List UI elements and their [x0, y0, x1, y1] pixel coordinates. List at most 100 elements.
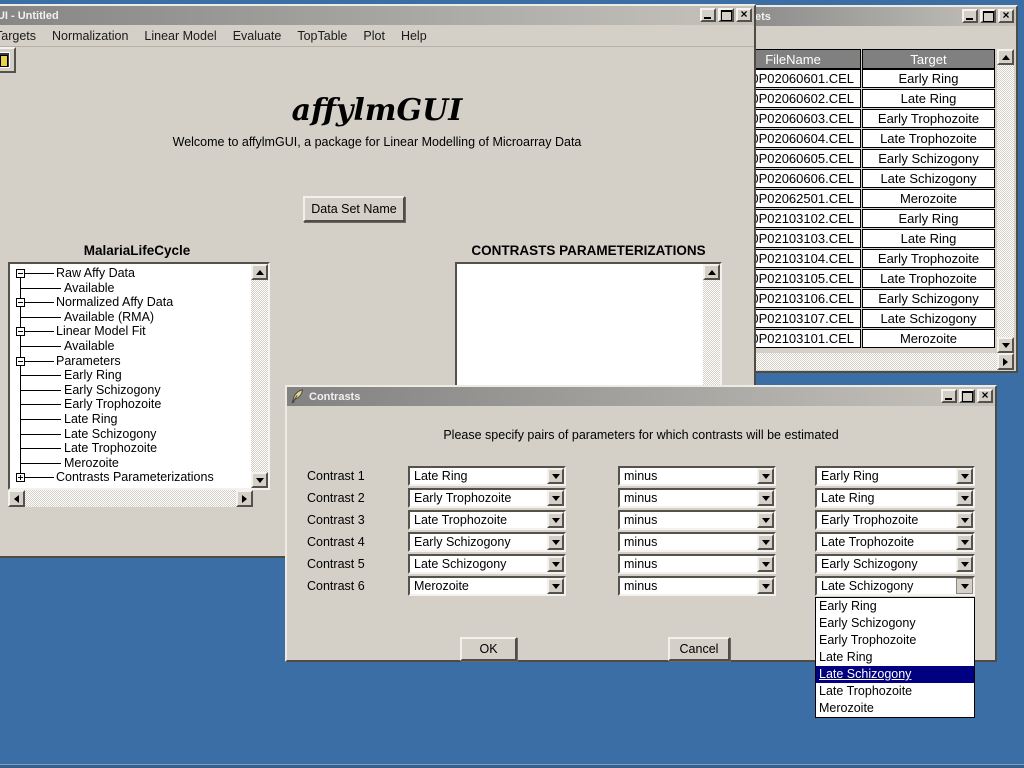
maximize-button[interactable] — [980, 9, 996, 23]
tree-item[interactable]: Normalized Affy Data — [10, 295, 251, 310]
menu-evaluate[interactable]: Evaluate — [225, 27, 290, 45]
ok-button[interactable]: OK — [460, 637, 517, 661]
contrast-5-right-select[interactable]: Early Schizogony — [815, 554, 975, 574]
dropdown-option[interactable]: Early Ring — [816, 598, 974, 615]
maximize-button[interactable] — [959, 389, 975, 403]
contrast-1-op-select[interactable]: minus — [618, 466, 776, 486]
cancel-button[interactable]: Cancel — [668, 637, 730, 661]
tree-item[interactable]: Available — [10, 339, 251, 354]
close-button[interactable]: × — [998, 9, 1014, 23]
contrast-1-label: Contrast 1 — [307, 469, 365, 483]
scroll-right-button[interactable] — [236, 490, 253, 507]
chevron-down-icon[interactable] — [547, 468, 564, 484]
target-cell: Late Ring — [862, 89, 995, 108]
tree-item[interactable]: Available — [10, 281, 251, 296]
chevron-down-icon[interactable] — [757, 490, 774, 506]
chevron-down-icon[interactable] — [956, 468, 973, 484]
scroll-down-button[interactable] — [997, 337, 1014, 353]
contrast-6-op-select[interactable]: minus — [618, 576, 776, 596]
dropdown-option[interactable]: Merozoite — [816, 700, 974, 717]
menu-help[interactable]: Help — [393, 27, 435, 45]
contrast-4-right-select[interactable]: Late Trophozoite — [815, 532, 975, 552]
contrast-1-right-select[interactable]: Early Ring — [815, 466, 975, 486]
contrast-5-left-select[interactable]: Late Schizogony — [408, 554, 566, 574]
dropdown-option-selected[interactable]: Late Schizogony — [816, 666, 974, 683]
contrast-3-op-select[interactable]: minus — [618, 510, 776, 530]
collapse-icon[interactable] — [16, 327, 25, 336]
minimize-button[interactable] — [962, 9, 978, 23]
contrast-2-left-select[interactable]: Early Trophozoite — [408, 488, 566, 508]
tree-item[interactable]: Early Ring — [10, 368, 251, 383]
toolbar-button[interactable] — [0, 47, 16, 73]
data-set-name-button[interactable]: Data Set Name — [303, 196, 405, 222]
contrast-2-op-select[interactable]: minus — [618, 488, 776, 508]
status-tree[interactable]: Raw Affy Data Available Normalized Affy … — [8, 262, 270, 490]
contrast-1-left-select[interactable]: Late Ring — [408, 466, 566, 486]
contrast-2-right-select[interactable]: Late Ring — [815, 488, 975, 508]
column-header-target[interactable]: Target — [862, 49, 995, 69]
dropdown-option[interactable]: Late Trophozoite — [816, 683, 974, 700]
expand-icon[interactable] — [16, 473, 25, 482]
contrast-6-right-select[interactable]: Late Schizogony — [815, 576, 975, 596]
chevron-down-icon[interactable] — [547, 490, 564, 506]
horizontal-scrollbar[interactable] — [8, 490, 253, 507]
chevron-down-icon[interactable] — [956, 556, 973, 572]
vertical-scrollbar[interactable] — [997, 49, 1014, 353]
chevron-down-icon[interactable] — [757, 512, 774, 528]
tree-item[interactable]: Early Trophozoite — [10, 397, 251, 412]
minimize-button[interactable] — [700, 8, 716, 22]
scroll-up-button[interactable] — [703, 264, 720, 280]
chevron-down-icon[interactable] — [547, 556, 564, 572]
chevron-down-icon[interactable] — [757, 556, 774, 572]
tree-item[interactable]: Available (RMA) — [10, 310, 251, 325]
scroll-left-button[interactable] — [8, 490, 25, 507]
contrasts-titlebar[interactable]: Contrasts × — [287, 387, 995, 406]
chevron-down-icon[interactable] — [547, 578, 564, 594]
tree-item[interactable]: Early Schizogony — [10, 383, 251, 398]
menu-linear-model[interactable]: Linear Model — [136, 27, 224, 45]
dropdown-option[interactable]: Early Trophozoite — [816, 632, 974, 649]
scroll-up-button[interactable] — [251, 264, 268, 280]
contrast-4-left-select[interactable]: Early Schizogony — [408, 532, 566, 552]
menu-normalization[interactable]: Normalization — [44, 27, 136, 45]
chevron-down-icon[interactable] — [547, 534, 564, 550]
tree-item[interactable]: Parameters — [10, 354, 251, 369]
maximize-button[interactable] — [718, 8, 734, 22]
chevron-down-icon[interactable] — [757, 534, 774, 550]
contrast-3-left-select[interactable]: Late Trophozoite — [408, 510, 566, 530]
tree-item[interactable]: Raw Affy Data — [10, 266, 251, 281]
minimize-button[interactable] — [941, 389, 957, 403]
chevron-down-icon[interactable] — [956, 578, 973, 594]
contrast-4-op-select[interactable]: minus — [618, 532, 776, 552]
chevron-down-icon[interactable] — [956, 534, 973, 550]
vertical-scrollbar[interactable] — [251, 264, 268, 488]
chevron-down-icon[interactable] — [757, 578, 774, 594]
collapse-icon[interactable] — [16, 298, 25, 307]
menu-targets[interactable]: Targets — [0, 27, 44, 45]
menu-plot[interactable]: Plot — [355, 27, 393, 45]
close-button[interactable]: × — [736, 8, 752, 22]
collapse-icon[interactable] — [16, 269, 25, 278]
menu-toptable[interactable]: TopTable — [289, 27, 355, 45]
tree-item[interactable]: Contrasts Parameterizations — [10, 470, 251, 485]
scroll-down-button[interactable] — [251, 472, 268, 488]
tree-item[interactable]: Late Trophozoite — [10, 441, 251, 456]
main-titlebar[interactable]: affylmGUI - Untitled × — [0, 6, 754, 25]
chevron-down-icon[interactable] — [956, 490, 973, 506]
collapse-icon[interactable] — [16, 357, 25, 366]
contrast-5-op-select[interactable]: minus — [618, 554, 776, 574]
close-button[interactable]: × — [977, 389, 993, 403]
contrast-6-left-select[interactable]: Merozoite — [408, 576, 566, 596]
tree-item[interactable]: Linear Model Fit — [10, 324, 251, 339]
tree-item[interactable]: Merozoite — [10, 456, 251, 471]
scroll-up-button[interactable] — [997, 49, 1014, 65]
dropdown-option[interactable]: Early Schizogony — [816, 615, 974, 632]
chevron-down-icon[interactable] — [547, 512, 564, 528]
contrast-3-right-select[interactable]: Early Trophozoite — [815, 510, 975, 530]
scroll-right-button[interactable] — [997, 353, 1014, 370]
dropdown-option[interactable]: Late Ring — [816, 649, 974, 666]
tree-item[interactable]: Late Ring — [10, 412, 251, 427]
chevron-down-icon[interactable] — [956, 512, 973, 528]
chevron-down-icon[interactable] — [757, 468, 774, 484]
tree-item[interactable]: Late Schizogony — [10, 427, 251, 442]
